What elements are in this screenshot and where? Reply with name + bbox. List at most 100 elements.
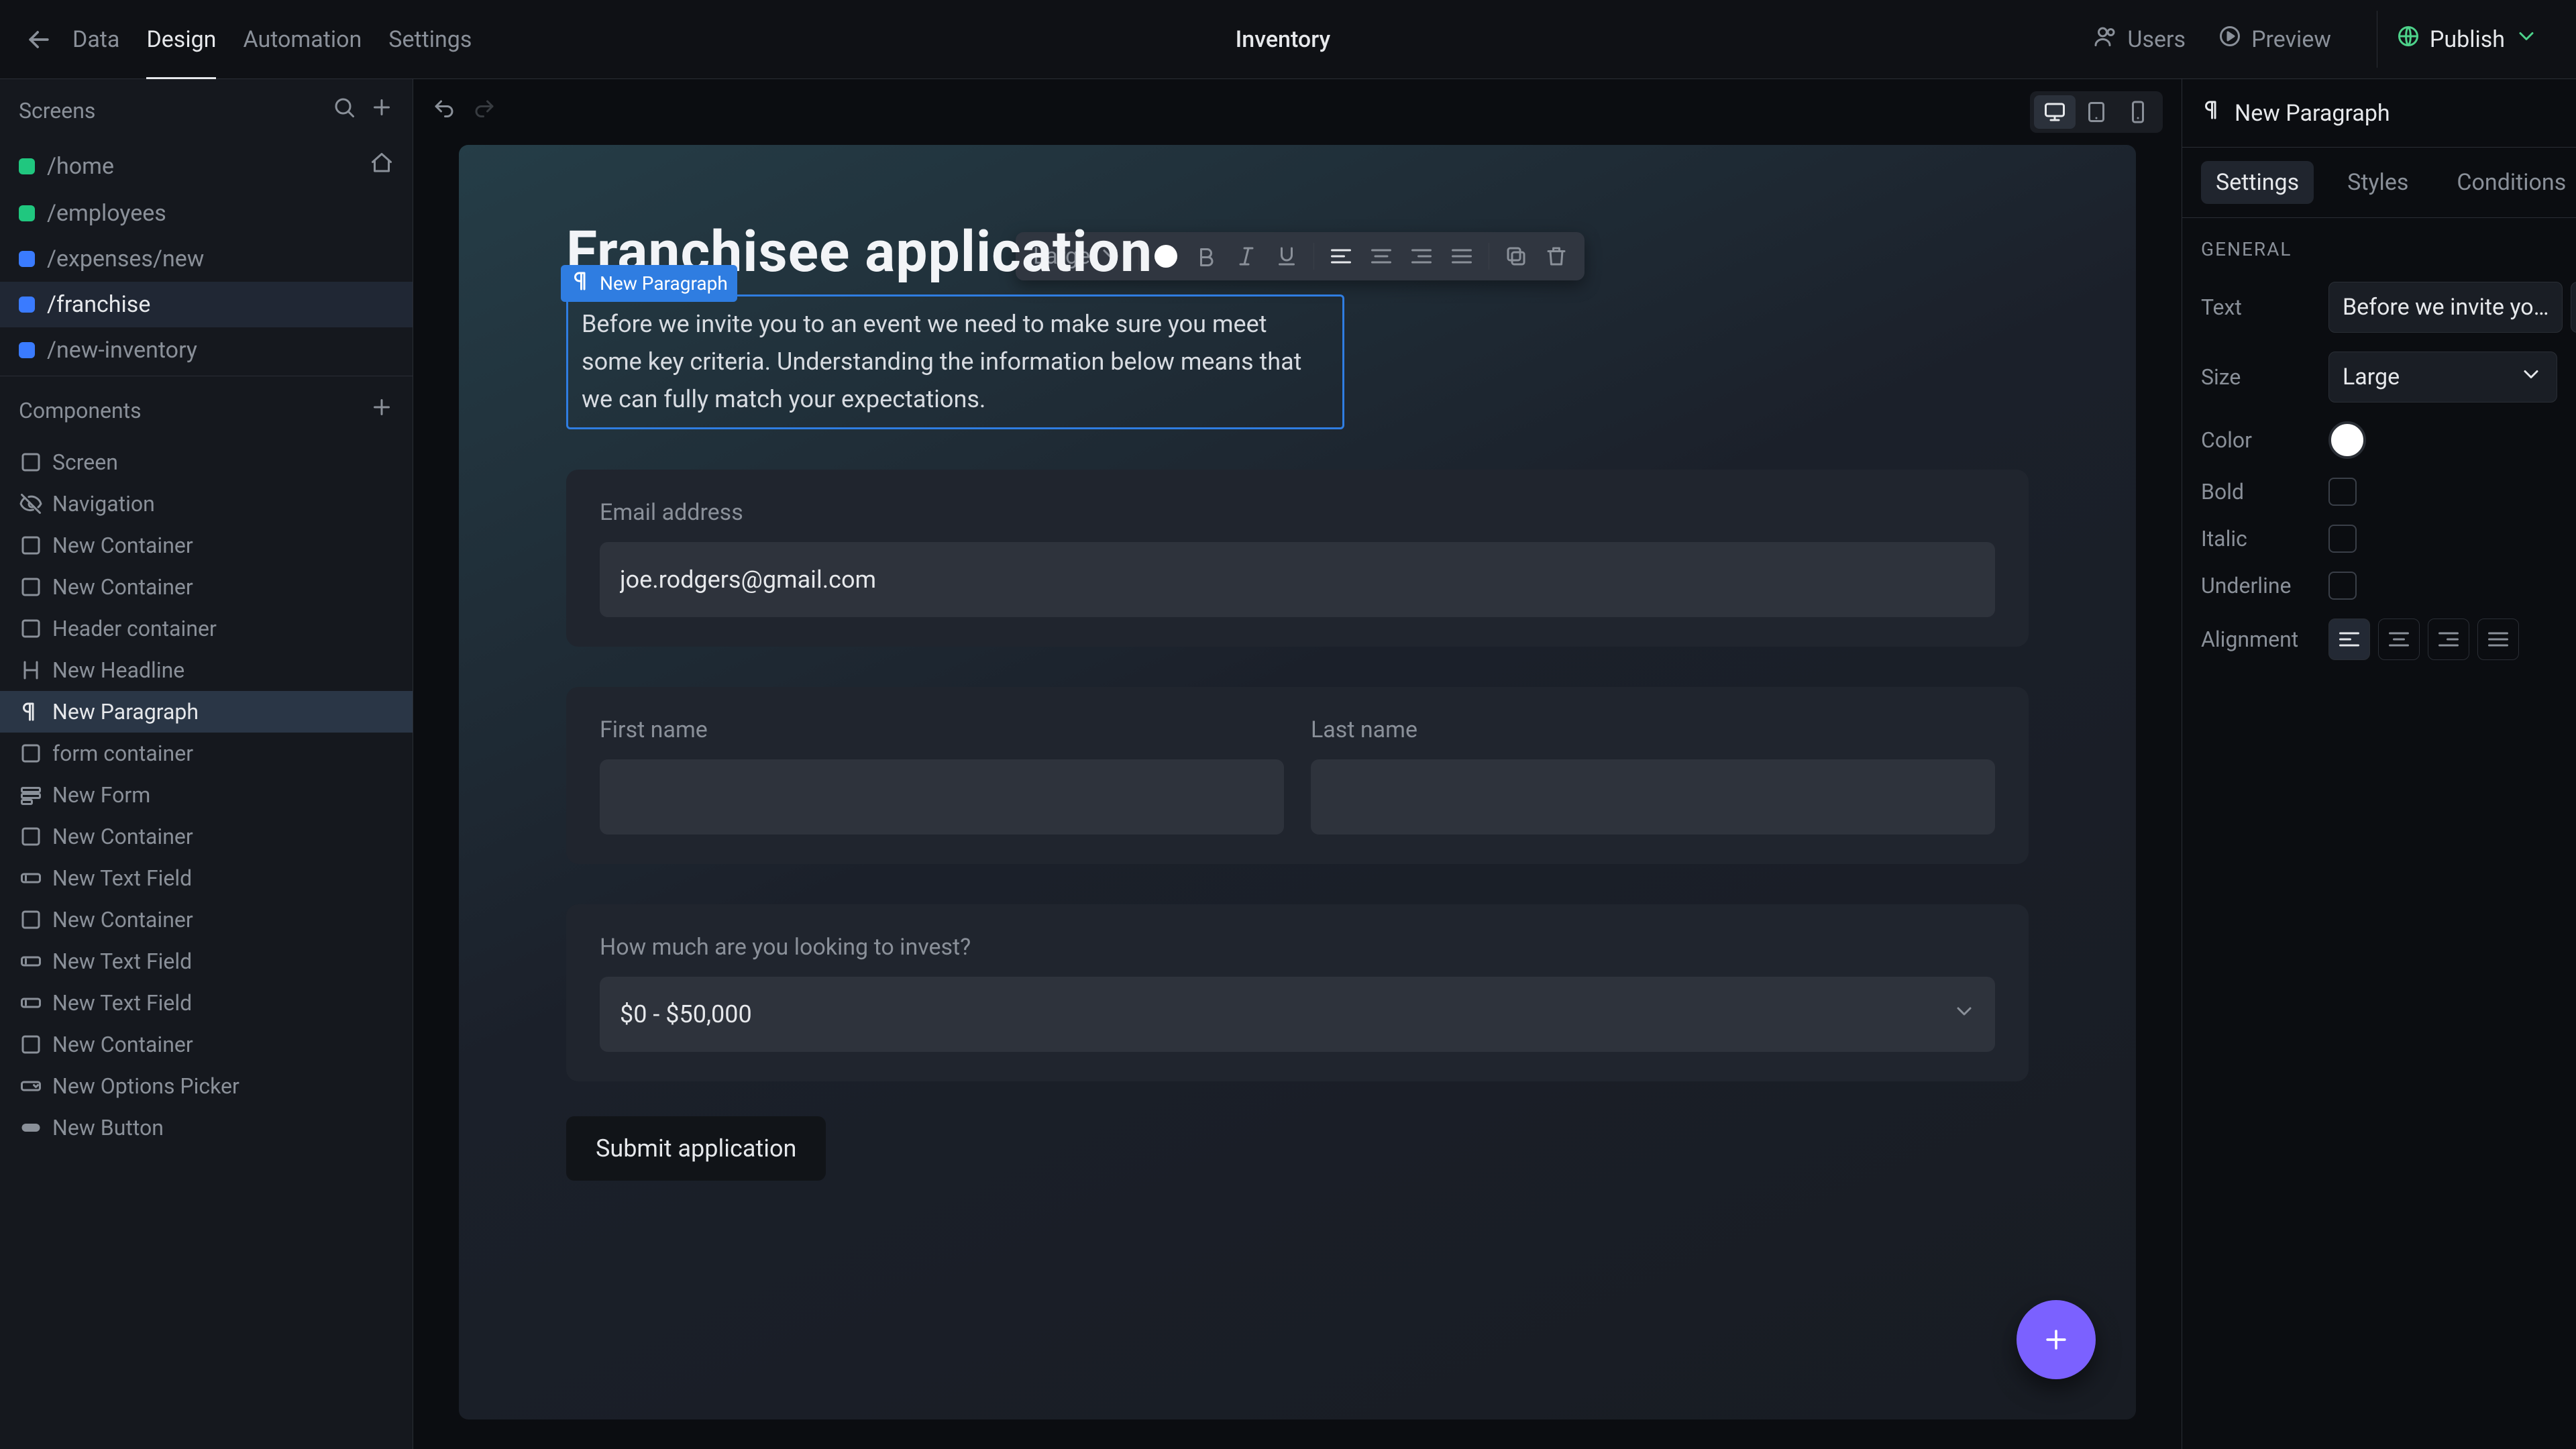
tree-node-label: Header container: [52, 616, 217, 641]
prop-underline: Underline: [2182, 562, 2576, 609]
submit-button[interactable]: Submit application: [566, 1116, 826, 1181]
tab-automation[interactable]: Automation: [243, 0, 362, 80]
square-icon: [19, 908, 43, 932]
tree-node[interactable]: New Button: [0, 1107, 413, 1148]
prop-underline-label: Underline: [2201, 573, 2315, 598]
inspector-tabs: Settings Styles Conditions: [2182, 148, 2576, 217]
align-left-option[interactable]: [2328, 619, 2370, 660]
prop-underline-checkbox[interactable]: [2328, 572, 2357, 600]
components-label: Components: [19, 398, 142, 423]
chevron-down-icon: [2519, 362, 2543, 392]
prop-italic-checkbox[interactable]: [2328, 525, 2357, 553]
invest-label: How much are you looking to invest?: [600, 934, 1995, 961]
prop-color-swatch[interactable]: [2328, 421, 2366, 459]
tree-node[interactable]: New Text Field: [0, 941, 413, 982]
add-component-icon[interactable]: [370, 395, 394, 425]
tree-node[interactable]: New Container: [0, 1024, 413, 1065]
screen-path: /franchise: [47, 291, 150, 318]
textfield-icon: [19, 949, 43, 973]
screen-item-expenses-new[interactable]: /expenses/new: [0, 236, 413, 282]
first-name-input[interactable]: [600, 759, 1284, 835]
inspector-title: New Paragraph: [2235, 100, 2390, 127]
form-headline: Franchisee application: [566, 219, 2029, 285]
tree-node-label: New Container: [52, 907, 193, 932]
status-dot: [19, 205, 35, 221]
tree-node[interactable]: New Text Field: [0, 982, 413, 1024]
paragraph-icon: [19, 700, 43, 724]
last-name-input[interactable]: [1311, 759, 1995, 835]
tab-data[interactable]: Data: [72, 0, 119, 80]
search-icon[interactable]: [332, 95, 356, 125]
component-chip: New Paragraph: [561, 265, 737, 302]
back-button[interactable]: [19, 19, 59, 60]
add-component-fab[interactable]: [2017, 1300, 2096, 1379]
tab-settings[interactable]: Settings: [388, 0, 472, 80]
center-area: Large: [413, 79, 2182, 1449]
tree-node[interactable]: form container: [0, 733, 413, 774]
textfield-icon: [19, 991, 43, 1015]
tree-node-label: New Container: [52, 1032, 193, 1057]
globe-icon: [2396, 24, 2420, 54]
prop-text-dynamic-button[interactable]: [2571, 282, 2576, 333]
tree-node-label: New Text Field: [52, 865, 192, 891]
preview-button[interactable]: Preview: [2218, 24, 2331, 54]
device-desktop[interactable]: [2034, 95, 2076, 129]
tree-node[interactable]: New Container: [0, 899, 413, 941]
align-justify-option[interactable]: [2477, 619, 2519, 660]
tree-node-label: Navigation: [52, 491, 155, 517]
tree-node-label: New Form: [52, 782, 150, 808]
users-button[interactable]: Users: [2094, 24, 2186, 54]
prop-italic-label: Italic: [2201, 526, 2315, 551]
align-center-option[interactable]: [2378, 619, 2420, 660]
paragraph-text[interactable]: Before we invite you to an event we need…: [582, 306, 1329, 418]
canvas[interactable]: Large: [459, 145, 2136, 1419]
align-right-option[interactable]: [2428, 619, 2469, 660]
left-panel: Screens /home /employees /expenses/new: [0, 79, 413, 1449]
selected-paragraph-component[interactable]: New Paragraph Before we invite you to an…: [566, 294, 2029, 429]
tree-node[interactable]: New Container: [0, 816, 413, 857]
tree-node[interactable]: New Container: [0, 525, 413, 566]
insp-tab-styles[interactable]: Styles: [2332, 161, 2423, 204]
top-bar: Data Design Automation Settings Inventor…: [0, 0, 2576, 79]
prop-alignment: Alignment: [2182, 609, 2576, 669]
screen-item-employees[interactable]: /employees: [0, 191, 413, 236]
tree-node-label: New Paragraph: [52, 699, 199, 724]
square-icon: [19, 616, 43, 641]
tree-node[interactable]: Navigation: [0, 483, 413, 525]
add-screen-icon[interactable]: [370, 95, 394, 125]
publish-button[interactable]: Publish: [2377, 11, 2557, 68]
prop-size-select[interactable]: Large: [2328, 352, 2557, 402]
form-card-email: Email address: [566, 470, 2029, 647]
invest-select[interactable]: [600, 977, 1995, 1052]
tree-node[interactable]: New Form: [0, 774, 413, 816]
device-switcher: [2030, 91, 2163, 133]
group-general: GENERAL: [2182, 218, 2576, 272]
undo-button[interactable]: [432, 97, 456, 127]
screen-path: /employees: [47, 200, 166, 227]
tree-node[interactable]: Header container: [0, 608, 413, 649]
insp-tab-conditions[interactable]: Conditions: [2442, 161, 2576, 204]
prop-bold-checkbox[interactable]: [2328, 478, 2357, 506]
app-title: Inventory: [472, 26, 2094, 53]
play-icon: [2218, 24, 2242, 54]
tab-design[interactable]: Design: [146, 0, 216, 80]
screen-item-new-inventory[interactable]: /new-inventory: [0, 327, 413, 373]
tree-node[interactable]: New Text Field: [0, 857, 413, 899]
screen-item-franchise[interactable]: /franchise: [0, 282, 413, 327]
email-input[interactable]: [600, 542, 1995, 617]
tree-node[interactable]: New Paragraph: [0, 691, 413, 733]
component-chip-label: New Paragraph: [600, 272, 728, 294]
screen-item-home[interactable]: /home: [0, 142, 413, 191]
chevron-down-icon: [1952, 1000, 1976, 1030]
insp-tab-settings[interactable]: Settings: [2201, 161, 2314, 204]
device-tablet[interactable]: [2076, 95, 2117, 129]
tree-node[interactable]: New Container: [0, 566, 413, 608]
prop-color-label: Color: [2201, 427, 2315, 453]
redo-button[interactable]: [472, 97, 496, 127]
prop-text-input[interactable]: Before we invite yo…: [2328, 282, 2563, 333]
tree-node[interactable]: Screen: [0, 441, 413, 483]
tree-node[interactable]: New Options Picker: [0, 1065, 413, 1107]
button-icon: [19, 1116, 43, 1140]
device-mobile[interactable]: [2117, 95, 2159, 129]
tree-node[interactable]: New Headline: [0, 649, 413, 691]
